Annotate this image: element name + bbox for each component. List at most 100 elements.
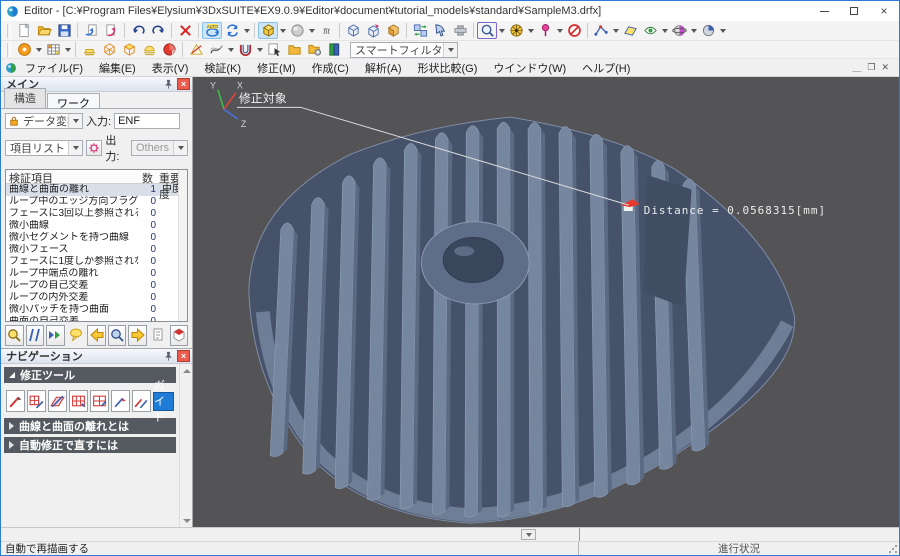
new-file-icon[interactable] — [14, 22, 34, 39]
search-blue-button[interactable] — [108, 325, 127, 346]
tab-structure[interactable]: 構造 — [4, 88, 46, 108]
table-row[interactable]: 曲線と曲面の離れ 1 中度 — [6, 184, 187, 196]
compass-icon[interactable] — [506, 22, 526, 39]
orbit-sphere-dropdown[interactable] — [689, 22, 698, 39]
shaded-cube-icon[interactable] — [258, 22, 278, 39]
fit-view-icon[interactable]: fit — [316, 22, 336, 39]
info-icon[interactable] — [14, 41, 34, 58]
table-row[interactable]: フェースに3回以上参照されるエッジ 0 — [6, 208, 187, 220]
polyline-icon[interactable] — [591, 22, 611, 39]
patch-grid-pen-tool[interactable] — [27, 390, 46, 412]
orbit-circle-dropdown[interactable] — [718, 22, 727, 39]
pen-blue-tool[interactable] — [111, 390, 130, 412]
u-shape-icon[interactable] — [235, 41, 255, 58]
toolbar-grip[interactable] — [7, 43, 11, 57]
table-row[interactable]: ループ中のエッジ方向フラグの整合性 0 — [6, 196, 187, 208]
pin-panel-button[interactable] — [162, 78, 175, 90]
shaded-cube-dropdown[interactable] — [278, 22, 287, 39]
orbit-sphere-icon[interactable] — [669, 22, 689, 39]
navigation-scrollbar[interactable] — [179, 364, 192, 527]
table-row[interactable]: フェースに1度しか参照されないエッジ 0 — [6, 256, 187, 268]
next-result-button[interactable] — [128, 325, 147, 346]
menu-item[interactable]: 形状比較(G) — [410, 59, 486, 77]
mdi-close-button[interactable]: ✕ — [881, 62, 889, 73]
table-row[interactable]: ループの内外交差 0 — [6, 292, 187, 304]
smart-filter-combo[interactable]: スマートフィルター — [350, 42, 458, 58]
table-row[interactable]: 微小パッチを持つ曲面 0 — [6, 304, 187, 316]
info-dropdown[interactable] — [34, 41, 43, 58]
wire-box-1-icon[interactable] — [99, 41, 119, 58]
pen-dual-tool[interactable] — [132, 390, 151, 412]
flag-polygon-icon[interactable] — [620, 22, 640, 39]
table-row[interactable]: 微小フェース 0 — [6, 244, 187, 256]
magnifier-dropdown[interactable] — [497, 22, 506, 39]
open-folder-icon[interactable] — [34, 22, 54, 39]
menu-item[interactable]: 表示(V) — [144, 59, 197, 77]
magnifier-boxed-icon[interactable] — [477, 22, 497, 39]
clamp-move-icon[interactable] — [450, 22, 470, 39]
menu-item[interactable]: ファイル(F) — [17, 59, 91, 77]
toolbar-grip[interactable] — [7, 24, 11, 38]
export-file-icon[interactable] — [101, 22, 121, 39]
menu-item[interactable]: ウインドウ(W) — [485, 59, 574, 77]
scroll-down-arrow[interactable] — [182, 516, 191, 525]
guide-button[interactable]: ガイド — [153, 392, 174, 411]
compass-dropdown[interactable] — [526, 22, 535, 39]
shell-cube-icon[interactable] — [383, 22, 403, 39]
auto-rotate-icon[interactable]: AUTO — [202, 22, 222, 39]
resize-grip[interactable] — [888, 544, 898, 554]
pointer-annotate-icon[interactable] — [430, 22, 450, 39]
grid-table-icon[interactable] — [43, 41, 63, 58]
smart-filter-dropdown[interactable] — [443, 43, 457, 57]
curve-net-dropdown[interactable] — [226, 41, 235, 58]
book-layers-icon[interactable] — [324, 41, 344, 58]
filter-arrows-button[interactable] — [46, 325, 65, 346]
section-what-is-gap[interactable]: 曲線と曲面の離れとは — [4, 418, 176, 434]
balloon-button[interactable] — [67, 325, 86, 346]
section-fix-tools[interactable]: 修正ツール — [4, 367, 176, 383]
table-row[interactable]: 微小曲線 0 — [6, 220, 187, 232]
import-file-icon[interactable] — [81, 22, 101, 39]
polyline-dropdown[interactable] — [611, 22, 620, 39]
scroll-up-arrow[interactable] — [182, 366, 191, 375]
settings-gear-button[interactable] — [86, 140, 102, 156]
prev-result-button[interactable] — [87, 325, 106, 346]
item-list-combo[interactable]: 項目リスト — [5, 140, 83, 156]
grid-table-dropdown[interactable] — [63, 41, 72, 58]
menu-item[interactable]: 修正(M) — [249, 59, 304, 77]
save-icon[interactable] — [54, 22, 74, 39]
pin-panel-button[interactable] — [162, 350, 175, 362]
table-row[interactable]: 微小セグメントを持つ曲線 0 — [6, 232, 187, 244]
menu-item[interactable]: 作成(C) — [304, 59, 357, 77]
input-field[interactable]: ENF — [114, 113, 180, 129]
refresh-icon[interactable] — [222, 22, 242, 39]
menu-item[interactable]: ヘルプ(H) — [574, 59, 638, 77]
u-shape-dropdown[interactable] — [255, 41, 264, 58]
folder-gear-icon[interactable] — [304, 41, 324, 58]
item-list-dropdown[interactable] — [68, 141, 82, 155]
3d-viewport[interactable]: 修正対象 Distance = 0.0568315[mm] Y X Z — [193, 77, 899, 527]
eye-visibility-icon[interactable] — [640, 22, 660, 39]
refresh-dropdown[interactable] — [242, 22, 251, 39]
curve-net-icon[interactable] — [206, 41, 226, 58]
close-panel-button[interactable]: × — [177, 350, 190, 362]
menu-item[interactable]: 検証(K) — [196, 59, 249, 77]
pie-r-icon[interactable]: R — [159, 41, 179, 58]
tab-work[interactable]: ワーク — [47, 93, 100, 108]
converter-dropdown[interactable] — [68, 114, 82, 128]
col-item[interactable]: 検証項目 — [6, 170, 138, 183]
undo-icon[interactable] — [128, 22, 148, 39]
orbit-circle-icon[interactable] — [698, 22, 718, 39]
redo-icon[interactable] — [148, 22, 168, 39]
table-row[interactable]: ループの自己交差 0 — [6, 280, 187, 292]
eye-dropdown[interactable] — [660, 22, 669, 39]
section-auto-fix[interactable]: 自動修正で直すには — [4, 437, 176, 453]
table-row[interactable]: 曲面の自己交差 0 — [6, 316, 187, 322]
half-dome-icon[interactable] — [139, 41, 159, 58]
search-yellow-button[interactable] — [5, 325, 24, 346]
col-count[interactable]: 数 — [138, 170, 156, 183]
slash-patch-tool[interactable] — [48, 390, 67, 412]
pen-red-tool[interactable] — [6, 390, 25, 412]
menu-item[interactable]: 編集(E) — [91, 59, 144, 77]
pin-dropdown[interactable] — [555, 22, 564, 39]
